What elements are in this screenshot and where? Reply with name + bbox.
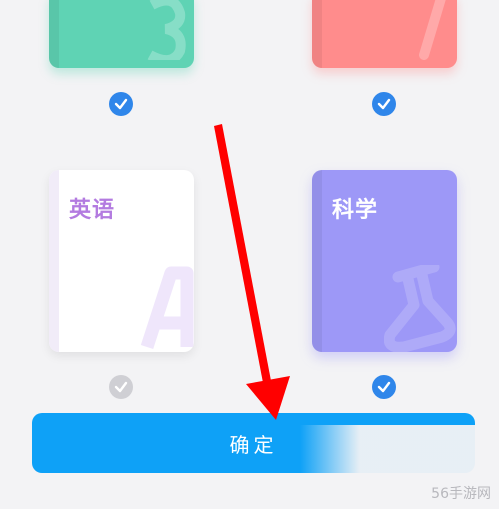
book-spine xyxy=(49,170,59,352)
check-icon[interactable] xyxy=(109,375,133,399)
book-spine xyxy=(312,170,322,352)
book-spine xyxy=(312,0,322,68)
flask-decoration-icon xyxy=(384,265,456,352)
number-3-decoration-icon xyxy=(147,0,186,60)
book-title-science: 科学 xyxy=(332,198,379,223)
check-icon[interactable] xyxy=(372,92,396,116)
book-card-top-left[interactable] xyxy=(49,0,194,68)
watermark-text: 56手游网 xyxy=(431,486,491,502)
book-card-science[interactable]: 科学 xyxy=(312,170,457,352)
check-icon[interactable] xyxy=(109,92,133,116)
check-icon[interactable] xyxy=(372,375,396,399)
book-spine xyxy=(49,0,59,68)
book-card-english[interactable]: 英语 xyxy=(49,170,194,352)
book-title-english: 英语 xyxy=(69,198,116,223)
brush-decoration-icon xyxy=(419,0,446,60)
book-card-top-right[interactable] xyxy=(312,0,457,68)
letter-a-decoration-icon xyxy=(140,266,194,350)
